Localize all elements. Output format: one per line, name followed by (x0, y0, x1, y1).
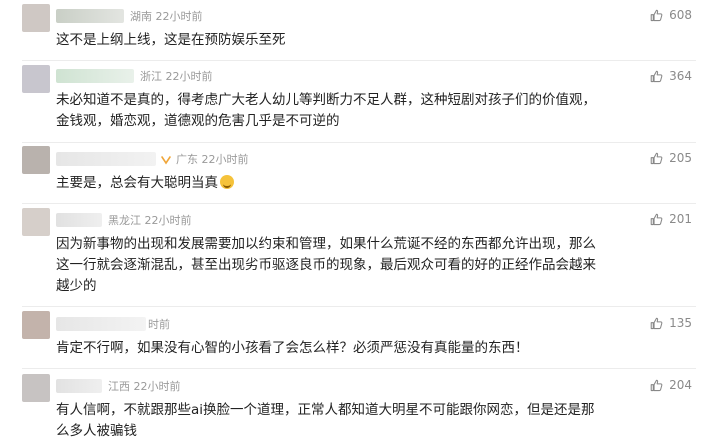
comment-line: 金钱观，婚恋观，道德观的危害几乎是不可逆的 (56, 113, 340, 129)
like-count: 135 (669, 316, 692, 330)
divider (22, 368, 696, 369)
thumbs-up-icon (650, 152, 663, 164)
laughing-emoji-icon (220, 175, 234, 189)
avatar[interactable] (22, 311, 50, 339)
avatar[interactable] (22, 65, 50, 93)
avatar[interactable] (22, 374, 50, 402)
location-time: 广东 22小时前 (176, 153, 249, 166)
avatar[interactable] (22, 146, 50, 174)
username[interactable] (56, 213, 102, 227)
comment-line: 越少的 (56, 278, 97, 294)
avatar[interactable] (22, 208, 50, 236)
like-count: 364 (669, 69, 692, 83)
like-button[interactable]: 608 (650, 8, 692, 22)
like-button[interactable]: 204 (650, 378, 692, 392)
divider (22, 60, 696, 61)
comment-text: 因为新事物的出现和发展需要加以约束和管理，如果什么荒诞不经的东西都允许出现，那么… (56, 234, 688, 297)
comment-line: 未必知道不是真的，得考虑广大老人幼儿等判断力不足人群，这种短剧对孩子们的价值观， (56, 92, 596, 108)
divider (22, 306, 696, 307)
divider (22, 142, 696, 143)
comment-line: 有人信啊，不就跟那些ai换脸一个道理，正常人都知道大明星不可能跟你网恋，但是还是… (56, 402, 595, 418)
comment-line: 这不是上纲上线，这是在预防娱乐至死 (56, 32, 286, 48)
verified-badge-icon (161, 156, 171, 165)
comment-line: 主要是，总会有大聪明当真 (56, 175, 218, 191)
username[interactable] (56, 69, 134, 83)
thumbs-up-icon (650, 379, 663, 391)
comment-text: 未必知道不是真的，得考虑广大老人幼儿等判断力不足人群，这种短剧对孩子们的价值观，… (56, 90, 688, 132)
comment-text: 肯定不行啊，如果没有心智的小孩看了会怎么样？必须严惩没有真能量的东西！ (56, 338, 688, 359)
location-time: 时前 (148, 318, 170, 331)
like-button[interactable]: 135 (650, 316, 692, 330)
thumbs-up-icon (650, 317, 663, 329)
comment-line: 肯定不行啊，如果没有心智的小孩看了会怎么样？必须严惩没有真能量的东西！ (56, 340, 529, 356)
location-time: 湖南 22小时前 (130, 10, 203, 23)
location-time: 江西 22小时前 (108, 380, 181, 393)
thumbs-up-icon (650, 9, 663, 21)
location-time: 浙江 22小时前 (140, 70, 213, 83)
like-count: 204 (669, 378, 692, 392)
comment-text: 主要是，总会有大聪明当真 (56, 173, 688, 194)
username[interactable] (56, 9, 124, 23)
avatar[interactable] (22, 4, 50, 32)
like-count: 205 (669, 151, 692, 165)
username[interactable] (56, 152, 156, 166)
like-button[interactable]: 201 (650, 212, 692, 226)
like-count: 201 (669, 212, 692, 226)
like-count: 608 (669, 8, 692, 22)
username[interactable] (56, 379, 102, 393)
like-button[interactable]: 364 (650, 69, 692, 83)
like-button[interactable]: 205 (650, 151, 692, 165)
comment-line: 这一行就会逐渐混乱，甚至出现劣币驱逐良币的现象，最后观众可看的好的正经作品会越来 (56, 257, 596, 273)
divider (22, 203, 696, 204)
username[interactable] (56, 317, 146, 331)
comment-line: 因为新事物的出现和发展需要加以约束和管理，如果什么荒诞不经的东西都允许出现，那么 (56, 236, 596, 252)
comment-text: 这不是上纲上线，这是在预防娱乐至死 (56, 30, 688, 51)
comment-line: 么多人被骗钱 (56, 423, 137, 439)
thumbs-up-icon (650, 70, 663, 82)
thumbs-up-icon (650, 213, 663, 225)
location-time: 黑龙江 22小时前 (108, 214, 192, 227)
comment-text: 有人信啊，不就跟那些ai换脸一个道理，正常人都知道大明星不可能跟你网恋，但是还是… (56, 400, 688, 442)
